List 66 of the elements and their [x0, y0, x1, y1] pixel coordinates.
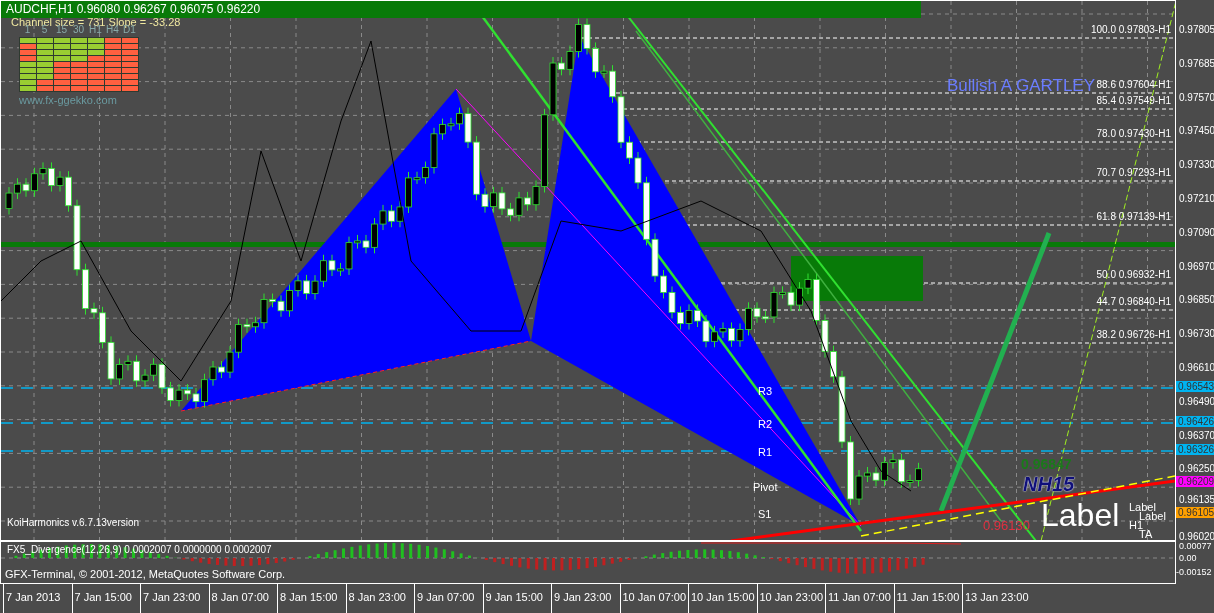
- chart-label: 0.96847: [1021, 457, 1072, 473]
- price-tick: 0.96730: [1179, 328, 1214, 340]
- chart-label: Label: [1041, 498, 1120, 534]
- time-label: 8 Jan 15:00: [277, 584, 346, 613]
- price-tick: 0.96250: [1179, 463, 1214, 475]
- chart-label: Label: [1139, 510, 1166, 522]
- price-tick: 0.96970: [1179, 260, 1214, 272]
- time-label: 10 Jan 15:00: [688, 584, 757, 613]
- oscillator-tick: 0.00: [1179, 553, 1197, 563]
- price-tick: 0.96850: [1179, 294, 1214, 306]
- pattern-label: Bullish A GARTLEY: [947, 77, 1096, 96]
- time-label: 7 Jan 15:00: [71, 584, 140, 613]
- symbol-header: AUDCHF,H1 0.96080 0.96267 0.96075 0.96220: [6, 3, 261, 17]
- fibonacci-level-label: 44.7 0.96840-H1: [1096, 296, 1171, 307]
- price-tick: 0.97685: [1179, 57, 1214, 69]
- time-label: 9 Jan 07:00: [414, 584, 483, 613]
- chart-label: Label: [1129, 501, 1156, 513]
- pivot-label: R1: [758, 446, 773, 459]
- pivot-label: Pivot: [753, 481, 778, 494]
- price-tick: 0.96610: [1179, 362, 1214, 373]
- price-tick: 0.97330: [1179, 159, 1214, 171]
- pivot-label: R2: [758, 418, 773, 431]
- fibonacci-level-label: 38.2 0.96726-H1: [1096, 329, 1171, 340]
- time-label: 9 Jan 23:00: [551, 584, 620, 613]
- tag-label: NH15: [1023, 473, 1075, 495]
- fibonacci-level-label: 88.6 0.97604-H1: [1096, 79, 1171, 90]
- price-marker: 0.96105: [1176, 507, 1214, 518]
- price-tick: 0.96490: [1179, 395, 1214, 407]
- price-tick: 0.97805: [1179, 24, 1214, 35]
- time-label: 10 Jan 23:00: [756, 584, 825, 613]
- price-marker: 0.96426: [1176, 416, 1214, 427]
- fibonacci-level-label: 50.0 0.96932-H1: [1096, 269, 1171, 280]
- price-marker: 0.96209: [1176, 476, 1214, 487]
- price-tick: 0.97450: [1179, 125, 1214, 137]
- price-tick: 0.97210: [1179, 193, 1214, 204]
- time-label: 13 Jan 23:00: [962, 584, 1031, 613]
- pivot-label: R3: [758, 385, 773, 398]
- price-tick: 0.96135: [1179, 494, 1214, 506]
- price-marker: 0.96326: [1176, 444, 1214, 455]
- fibonacci-level-label: 100.0 0.97803-H1: [1090, 24, 1171, 35]
- copyright-text: GFX-Terminal, © 2001-2012, MetaQuotes Software Corp.: [5, 568, 286, 581]
- fibonacci-level-label: 85.4 0.97549-H1: [1096, 95, 1171, 106]
- timeframe-label: H1: [89, 24, 102, 35]
- price-tick: 0.97570: [1179, 91, 1214, 103]
- fibonacci-level-label: 70.7 0.97293-H1: [1096, 167, 1171, 178]
- indicator-name: KoiHarmonics v.6.7.13version: [7, 517, 140, 528]
- time-label: 11 Jan 07:00: [825, 584, 894, 613]
- time-label: 10 Jan 07:00: [619, 584, 688, 613]
- time-label: 8 Jan 07:00: [208, 584, 277, 613]
- price-tick: 0.97090: [1179, 226, 1214, 238]
- chart-label: TA: [1139, 528, 1153, 540]
- time-label: 9 Jan 15:00: [482, 584, 551, 613]
- fibonacci-level-label: 61.8 0.97139-H1: [1096, 211, 1171, 222]
- chart-label: H1: [1129, 519, 1144, 531]
- time-label: 7 Jan 23:00: [140, 584, 209, 613]
- price-tick: 0.96370: [1179, 429, 1214, 441]
- price-marker: 0.96543: [1176, 381, 1214, 392]
- pivot-label: S1: [758, 508, 772, 521]
- oscillator-tick: 0.00077: [1179, 541, 1212, 551]
- time-label: 8 Jan 23:00: [345, 584, 414, 613]
- time-label: 11 Jan 15:00: [893, 584, 962, 613]
- website-text: www.fx-ggekko.com: [19, 94, 118, 107]
- time-label: 7 Jan 2013: [3, 584, 72, 613]
- fibonacci-level-label: 78.0 0.97430-H1: [1096, 128, 1171, 139]
- oscillator-tick: -0.00152: [1176, 567, 1212, 577]
- price-tick: 0.96020: [1179, 531, 1214, 542]
